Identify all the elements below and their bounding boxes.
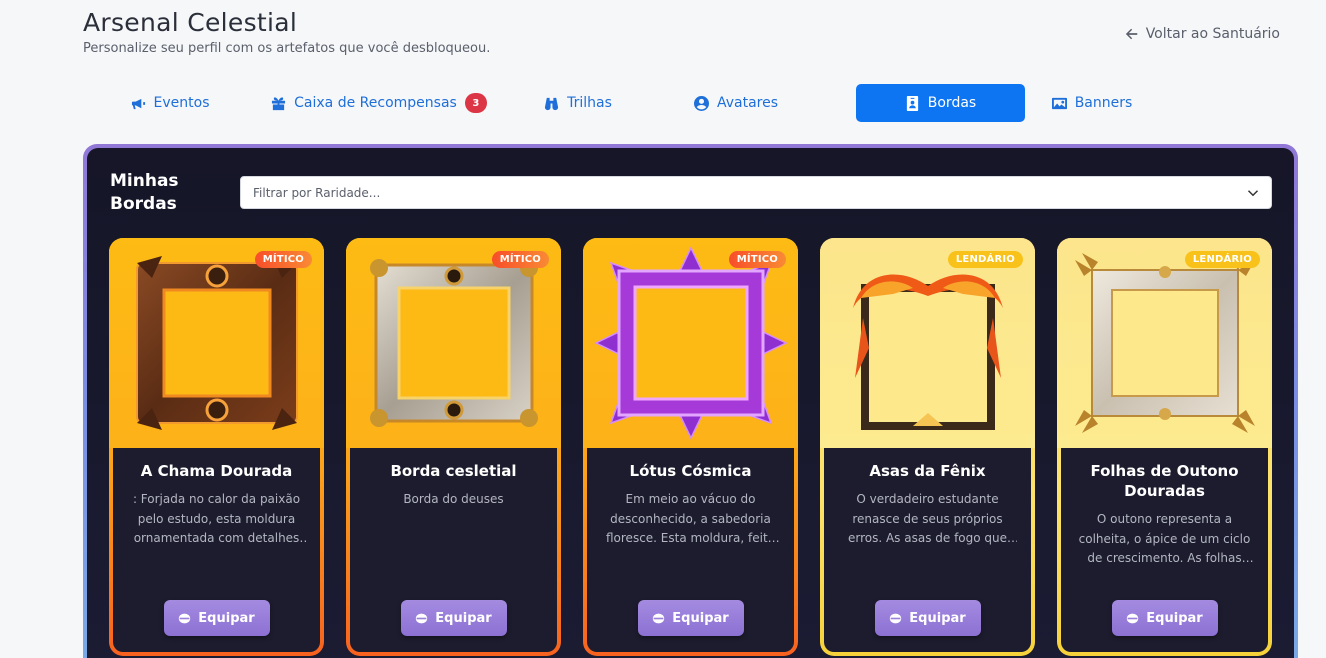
frame-preview: [1057, 238, 1272, 448]
card-title: Lótus Cósmica: [629, 462, 752, 480]
card-description: Borda do deuses: [403, 492, 504, 506]
tab-trilhas[interactable]: Trilhas: [501, 84, 655, 122]
border-card: MÍTICO Lótus Cósmica Em meio ao vácuo do…: [583, 238, 798, 656]
filter-placeholder: Filtrar por Raridade...: [253, 185, 381, 200]
border-card: MÍTICO A Chama Dourada : Forjada no calo…: [109, 238, 324, 656]
notification-badge: 3: [464, 93, 487, 113]
tab-caixa-de-recompensas[interactable]: Caixa de Recompensas 3: [257, 84, 501, 122]
image-icon: [1051, 97, 1067, 109]
border-card: LENDÁRIO Asas da Fênix O verdadeiro estu…: [820, 238, 1035, 656]
tab-label: Bordas: [927, 95, 977, 111]
id-badge-icon: [906, 95, 918, 111]
rarity-badge: MÍTICO: [491, 251, 549, 268]
card-title: A Chama Dourada: [140, 462, 293, 480]
card-body: Borda cesletial Borda do deuses Equipar: [350, 448, 557, 652]
chevron-down-icon: [1247, 189, 1259, 196]
equip-button[interactable]: Equipar: [874, 600, 981, 636]
tab-bordas[interactable]: Bordas: [856, 84, 1025, 122]
border-card: MÍTICO Borda cesletial Borda do deuses E…: [346, 238, 561, 656]
tab-avatares[interactable]: Avatares: [655, 84, 817, 122]
card-description: O outono representa a colheita, o ápice …: [1078, 512, 1251, 565]
tab-bar: Eventos Caixa de Recompensas 3 Trilhas A…: [83, 84, 1296, 122]
equip-button[interactable]: Equipar: [163, 600, 270, 636]
card-body: A Chama Dourada : Forjada no calor da pa…: [113, 448, 320, 652]
equip-label: Equipar: [909, 610, 966, 626]
card-title: Folhas de Outono Douradas: [1090, 462, 1239, 500]
back-to-sanctuary-link[interactable]: Voltar ao Santuário: [1125, 26, 1280, 42]
equip-button[interactable]: Equipar: [637, 600, 744, 636]
tab-label: Eventos: [153, 95, 210, 111]
page-header: Arsenal Celestial Personalize seu perfil…: [83, 8, 490, 56]
equip-label: Equipar: [198, 610, 255, 626]
frame-preview: [346, 238, 561, 448]
card-description: O verdadeiro estudante renasce de seus p…: [847, 492, 1008, 545]
tab-label: Caixa de Recompensas: [294, 95, 457, 111]
autumn-leaves-frame-image: [1074, 253, 1255, 433]
arrow-left-icon: [1125, 28, 1137, 40]
equip-icon: [653, 613, 665, 623]
page-subtitle: Personalize seu perfil com os artefatos …: [83, 41, 491, 56]
page-title: Arsenal Celestial: [83, 8, 298, 37]
rarity-badge: MÍTICO: [728, 251, 786, 268]
equip-icon: [890, 613, 902, 623]
equip-label: Equipar: [1146, 610, 1203, 626]
card-body: Folhas de Outono Douradas O outono repre…: [1061, 448, 1268, 652]
gift-box-icon: [272, 96, 286, 110]
equip-button[interactable]: Equipar: [400, 600, 507, 636]
card-description: : Forjada no calor da paixão pelo estudo…: [132, 492, 301, 545]
rarity-badge: LENDÁRIO: [947, 251, 1023, 268]
tab-label: Banners: [1074, 95, 1133, 111]
frame-preview: [820, 238, 1035, 448]
lotus-frame-image: [593, 246, 788, 440]
silver-frame-image: [369, 259, 538, 427]
card-body: Lótus Cósmica Em meio ao vácuo do descon…: [587, 448, 794, 652]
equip-label: Equipar: [672, 610, 729, 626]
border-card: LENDÁRIO Folhas de Outono Douradas O out…: [1057, 238, 1272, 656]
equip-label: Equipar: [435, 610, 492, 626]
rarity-filter-select[interactable]: Filtrar por Raridade...: [240, 176, 1272, 209]
frame-preview: [583, 238, 798, 448]
equip-icon: [416, 613, 428, 623]
equip-icon: [1127, 613, 1139, 623]
megaphone-icon: [131, 98, 145, 109]
card-title: Borda cesletial: [390, 462, 517, 480]
borders-panel-inner: Minhas Bordas Filtrar por Raridade... MÍ…: [87, 148, 1294, 658]
borders-panel: Minhas Bordas Filtrar por Raridade... MÍ…: [83, 144, 1298, 658]
card-description: Em meio ao vácuo do desconhecido, a sabe…: [605, 492, 776, 545]
equip-icon: [179, 613, 191, 623]
card-body: Asas da Fênix O verdadeiro estudante ren…: [824, 448, 1031, 652]
equip-button[interactable]: Equipar: [1111, 600, 1218, 636]
ornate-frame-image: [135, 256, 298, 430]
back-link-label: Voltar ao Santuário: [1145, 26, 1280, 42]
user-circle-icon: [693, 95, 709, 111]
tab-banners[interactable]: Banners: [1025, 84, 1159, 122]
binoculars-icon: [545, 97, 559, 110]
panel-title: Minhas Bordas: [110, 171, 179, 214]
tab-label: Avatares: [716, 95, 779, 111]
tab-eventos[interactable]: Eventos: [83, 84, 257, 122]
phoenix-frame-image: [852, 274, 1003, 430]
tab-label: Trilhas: [567, 95, 612, 111]
card-title: Asas da Fênix: [869, 462, 986, 480]
rarity-badge: LENDÁRIO: [1184, 251, 1260, 268]
rarity-badge: MÍTICO: [254, 251, 312, 268]
frame-preview: [109, 238, 324, 448]
